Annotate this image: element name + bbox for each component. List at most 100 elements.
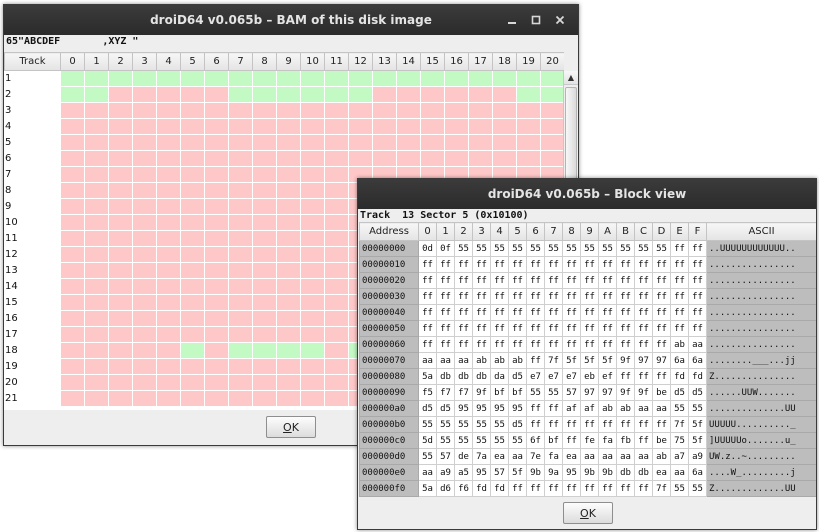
hex-byte[interactable]: db (634, 464, 653, 481)
bam-sector-used[interactable] (252, 166, 277, 183)
bam-sector-used[interactable] (180, 134, 205, 151)
hex-ascii[interactable]: ]UUUUUo.......u_ (706, 432, 816, 449)
bam-sector-used[interactable] (276, 118, 301, 135)
hex-byte[interactable]: ab (598, 400, 617, 417)
hex-byte[interactable]: aa (436, 352, 455, 369)
bam-sector-used[interactable] (84, 182, 109, 199)
hex-byte[interactable]: 5f (598, 352, 617, 369)
hex-byte[interactable]: ff (634, 336, 653, 353)
bam-sector-used[interactable] (132, 342, 157, 359)
hex-column-header[interactable]: 8 (562, 222, 581, 241)
bam-sector-used[interactable] (204, 86, 229, 103)
bam-sector-free[interactable] (324, 86, 349, 103)
hex-byte[interactable]: ff (508, 336, 527, 353)
bam-sector-used[interactable] (444, 118, 469, 135)
hex-byte[interactable]: 5f (688, 416, 707, 433)
bam-sector-used[interactable] (204, 230, 229, 247)
bam-sector-used[interactable] (252, 102, 277, 119)
hex-byte[interactable]: ff (670, 272, 689, 289)
bam-sector-used[interactable] (60, 278, 85, 295)
hex-column-header[interactable]: 0 (418, 222, 437, 241)
hex-byte[interactable]: ff (472, 320, 491, 337)
hex-byte[interactable]: 6a (688, 352, 707, 369)
bam-sector-used[interactable] (228, 326, 253, 343)
bam-sector-used[interactable] (132, 198, 157, 215)
bam-sector-used[interactable] (204, 198, 229, 215)
bam-sector-used[interactable] (252, 150, 277, 167)
bam-sector-used[interactable] (180, 182, 205, 199)
bam-sector-used[interactable] (132, 246, 157, 263)
bam-sector-used[interactable] (204, 134, 229, 151)
bam-sector-used[interactable] (348, 134, 373, 151)
bam-sector-used[interactable] (108, 150, 133, 167)
bam-sector-used[interactable] (108, 198, 133, 215)
hex-byte[interactable]: ff (616, 480, 635, 497)
hex-byte[interactable]: ef (598, 368, 617, 385)
bam-sector-used[interactable] (132, 230, 157, 247)
bam-sector-used[interactable] (228, 358, 253, 375)
sector-column-header[interactable]: 11 (324, 52, 349, 71)
bam-sector-used[interactable] (204, 278, 229, 295)
sector-column-header[interactable]: 2 (108, 52, 133, 71)
hex-byte[interactable]: 95 (454, 400, 473, 417)
bam-sector-used[interactable] (60, 102, 85, 119)
bam-sector-used[interactable] (324, 118, 349, 135)
hex-byte[interactable]: ff (526, 304, 545, 321)
bam-sector-used[interactable] (276, 134, 301, 151)
hex-byte[interactable]: ff (670, 320, 689, 337)
bam-sector-used[interactable] (108, 262, 133, 279)
bam-sector-used[interactable] (108, 390, 133, 407)
bam-sector-used[interactable] (108, 310, 133, 327)
bam-sector-used[interactable] (204, 262, 229, 279)
hex-byte[interactable]: 7f (670, 416, 689, 433)
hex-byte[interactable]: ff (544, 400, 563, 417)
hex-byte[interactable]: 55 (670, 480, 689, 497)
hex-byte[interactable]: ff (634, 320, 653, 337)
hex-byte[interactable]: 55 (490, 432, 509, 449)
bam-sector-used[interactable] (252, 390, 277, 407)
hex-byte[interactable]: ff (652, 256, 671, 273)
bam-sector-used[interactable] (108, 86, 133, 103)
hex-byte[interactable]: aa (616, 448, 635, 465)
hex-byte[interactable]: ff (562, 256, 581, 273)
hex-byte[interactable]: 95 (472, 464, 491, 481)
sector-column-header[interactable]: 13 (372, 52, 397, 71)
hex-byte[interactable]: ff (562, 336, 581, 353)
bam-sector-used[interactable] (252, 310, 277, 327)
bam-sector-used[interactable] (156, 342, 181, 359)
hex-byte[interactable]: d5 (670, 384, 689, 401)
hex-byte[interactable]: ff (598, 256, 617, 273)
hex-byte[interactable]: ff (670, 256, 689, 273)
hex-byte[interactable]: ff (652, 416, 671, 433)
bam-sector-used[interactable] (540, 102, 564, 119)
bam-sector-used[interactable] (132, 278, 157, 295)
hex-byte[interactable]: ab (616, 400, 635, 417)
minimize-icon[interactable] (500, 10, 524, 30)
hex-byte[interactable]: d5 (436, 400, 455, 417)
hex-ascii[interactable]: UW.z..~......... (706, 448, 816, 465)
hex-byte[interactable]: 6f (526, 432, 545, 449)
bam-sector-used[interactable] (132, 214, 157, 231)
hex-byte[interactable]: ff (544, 480, 563, 497)
bam-sector-used[interactable] (324, 214, 349, 231)
hex-byte[interactable]: ff (616, 368, 635, 385)
hex-byte[interactable]: be (652, 384, 671, 401)
hex-ascii[interactable]: UUUUU.........._ (706, 416, 816, 433)
bam-sector-used[interactable] (468, 102, 493, 119)
hex-byte[interactable]: ff (580, 288, 599, 305)
bam-sector-used[interactable] (300, 134, 325, 151)
hex-byte[interactable]: aa (508, 448, 527, 465)
bam-sector-used[interactable] (132, 182, 157, 199)
bam-sector-used[interactable] (132, 166, 157, 183)
bam-sector-used[interactable] (372, 86, 397, 103)
bam-sector-free[interactable] (84, 86, 109, 103)
hex-ascii[interactable]: ................ (706, 256, 816, 273)
hex-byte[interactable]: 9a (544, 464, 563, 481)
hex-byte[interactable]: ff (652, 320, 671, 337)
hex-byte[interactable]: ff (508, 304, 527, 321)
hex-byte[interactable]: ff (562, 304, 581, 321)
bam-sector-used[interactable] (156, 150, 181, 167)
bam-sector-used[interactable] (228, 374, 253, 391)
hex-byte[interactable]: 55 (454, 432, 473, 449)
hex-byte[interactable]: ff (598, 272, 617, 289)
